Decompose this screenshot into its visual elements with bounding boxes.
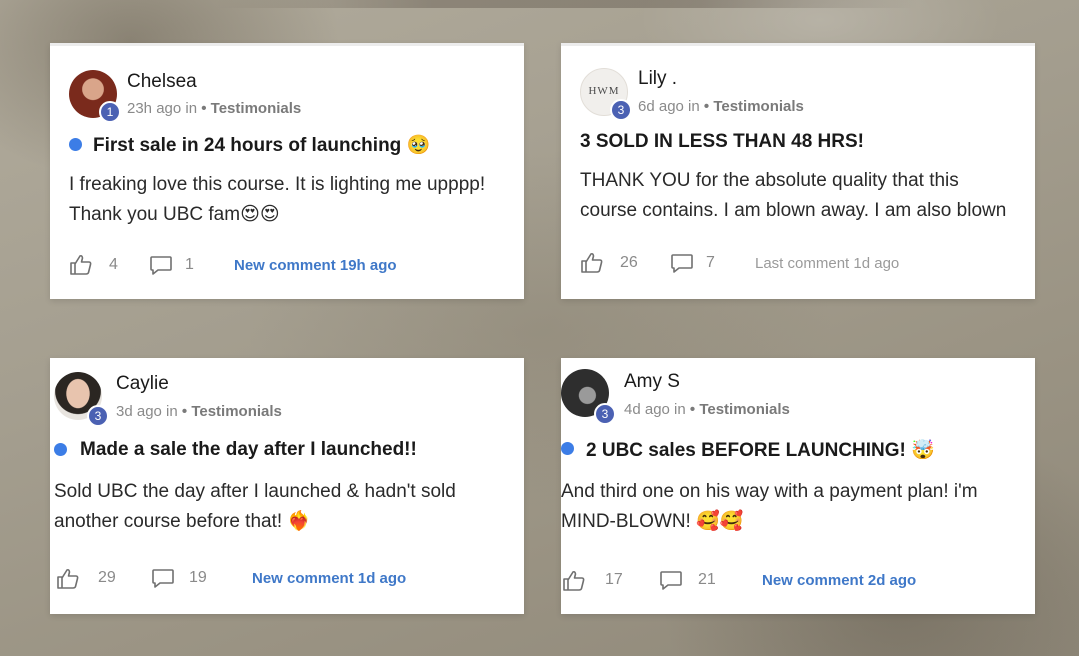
thumbs-up-icon[interactable] bbox=[69, 254, 93, 276]
post-card-amy[interactable]: 3 Amy S 4d ago in • Testimonials 2 UBC s… bbox=[561, 358, 1035, 614]
avatar-logo-text: HWM bbox=[588, 85, 620, 97]
new-comment-link[interactable]: New comment 2d ago bbox=[762, 572, 916, 589]
post-time: 23h ago in bbox=[127, 100, 198, 117]
comment-count: 7 bbox=[706, 254, 715, 271]
thumbs-up-icon[interactable] bbox=[56, 568, 80, 590]
comment-count: 19 bbox=[189, 569, 207, 586]
comment-icon[interactable] bbox=[149, 255, 173, 277]
unread-dot bbox=[54, 443, 67, 456]
author-name[interactable]: Amy S bbox=[624, 371, 680, 393]
comment-count: 1 bbox=[185, 256, 194, 273]
like-count: 26 bbox=[620, 254, 638, 271]
post-meta: 3d ago in • Testimonials bbox=[116, 403, 282, 420]
post-card-chelsea[interactable]: 1 Chelsea 23h ago in • Testimonials Firs… bbox=[50, 43, 524, 299]
post-body: THANK YOU for the absolute quality that … bbox=[580, 170, 1007, 221]
level-badge: 3 bbox=[610, 99, 632, 121]
thumbs-up-icon[interactable] bbox=[562, 570, 586, 592]
post-category[interactable]: • Testimonials bbox=[690, 401, 790, 418]
post-time: 6d ago in bbox=[638, 98, 700, 115]
comment-icon[interactable] bbox=[659, 570, 683, 592]
like-count: 4 bbox=[109, 256, 118, 273]
post-category[interactable]: • Testimonials bbox=[182, 403, 282, 420]
post-meta: 6d ago in • Testimonials bbox=[638, 98, 804, 115]
post-body: Sold UBC the day after I launched & hadn… bbox=[54, 481, 456, 532]
comment-icon[interactable] bbox=[151, 568, 175, 590]
post-meta: 23h ago in • Testimonials bbox=[127, 100, 301, 117]
new-comment-link[interactable]: New comment 19h ago bbox=[234, 257, 397, 274]
post-card-lily[interactable]: HWM 3 Lily . 6d ago in • Testimonials 3 … bbox=[561, 43, 1035, 299]
thumbs-up-icon[interactable] bbox=[580, 252, 604, 274]
last-comment-link[interactable]: Last comment 1d ago bbox=[755, 255, 899, 272]
level-badge: 3 bbox=[87, 405, 109, 427]
author-name[interactable]: Caylie bbox=[116, 373, 169, 395]
new-comment-link[interactable]: New comment 1d ago bbox=[252, 570, 406, 587]
like-count: 29 bbox=[98, 569, 116, 586]
post-meta: 4d ago in • Testimonials bbox=[624, 401, 790, 418]
post-title[interactable]: 2 UBC sales BEFORE LAUNCHING! 🤯 bbox=[586, 438, 935, 462]
like-count: 17 bbox=[605, 571, 623, 588]
comment-count: 21 bbox=[698, 571, 716, 588]
post-body: I freaking love this course. It is light… bbox=[69, 174, 486, 225]
comment-icon[interactable] bbox=[670, 253, 694, 275]
post-time: 3d ago in bbox=[116, 403, 178, 420]
post-title[interactable]: 3 SOLD IN LESS THAN 48 HRS! bbox=[580, 131, 864, 153]
unread-dot bbox=[561, 442, 574, 455]
author-name[interactable]: Chelsea bbox=[127, 71, 197, 93]
post-title[interactable]: First sale in 24 hours of launching 🥹 bbox=[93, 133, 430, 157]
post-time: 4d ago in bbox=[624, 401, 686, 418]
level-badge: 3 bbox=[594, 403, 616, 425]
post-body: And third one on his way with a payment … bbox=[561, 481, 978, 532]
post-category[interactable]: • Testimonials bbox=[704, 98, 804, 115]
unread-dot bbox=[69, 138, 82, 151]
background-strip bbox=[0, 0, 1079, 8]
post-category[interactable]: • Testimonials bbox=[201, 100, 301, 117]
post-title[interactable]: Made a sale the day after I launched!! bbox=[80, 439, 417, 461]
post-card-caylie[interactable]: 3 Caylie 3d ago in • Testimonials Made a… bbox=[50, 358, 524, 614]
author-name[interactable]: Lily . bbox=[638, 68, 677, 90]
level-badge: 1 bbox=[99, 101, 121, 123]
